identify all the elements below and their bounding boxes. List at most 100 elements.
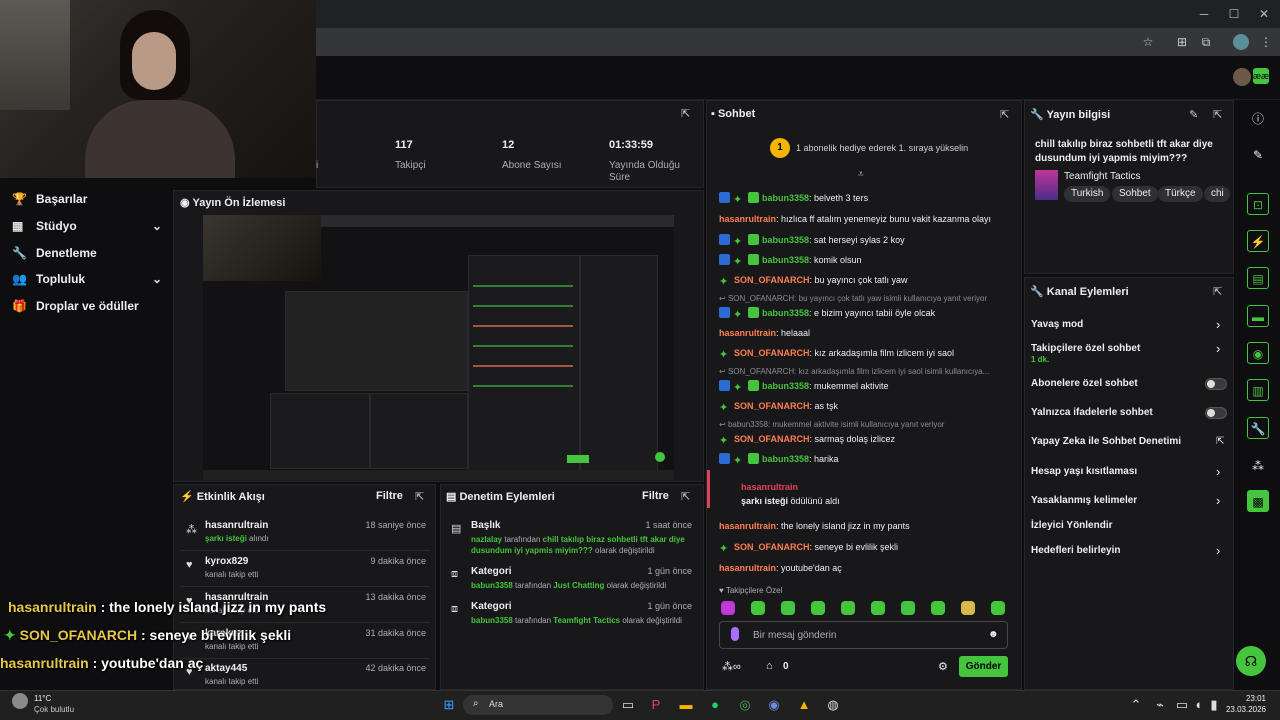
emote-icon[interactable] <box>751 601 765 615</box>
emote-icon[interactable] <box>901 601 915 615</box>
popout-icon[interactable]: ⇱ <box>681 107 690 120</box>
layout-icon[interactable]: ▥ <box>1247 379 1269 401</box>
emote-icon[interactable] <box>841 601 855 615</box>
star-icon[interactable]: ☆ <box>1140 34 1156 50</box>
chat-username[interactable]: hasanrultrain <box>719 214 776 224</box>
profile-avatar-icon[interactable] <box>1233 34 1249 50</box>
popout-icon[interactable]: ⇱ <box>1000 108 1009 121</box>
task-view-icon[interactable]: ▭ <box>618 695 638 715</box>
creator-badge-icon[interactable]: ææ <box>1253 68 1269 84</box>
tag-chip[interactable]: Turkish <box>1064 186 1111 202</box>
settings-gear-icon[interactable]: ⚙ <box>938 660 948 673</box>
popout-icon[interactable]: ⇱ <box>681 490 690 503</box>
moderation-user[interactable]: babun3358 <box>471 616 513 625</box>
chat-username[interactable]: hasanrultrain <box>719 521 776 531</box>
chat-username[interactable]: babun3358 <box>762 235 809 245</box>
battery-icon[interactable]: ▮ <box>1204 695 1224 715</box>
game-name[interactable]: Teamfight Tactics <box>1064 171 1141 182</box>
obs-icon[interactable]: ◍ <box>823 695 843 715</box>
emote-picker-icon[interactable]: ☻ <box>988 629 999 640</box>
file-explorer-icon[interactable]: ▬ <box>676 695 696 715</box>
channel-action-5[interactable]: Hesap yaşı kısıtlaması <box>1031 466 1137 477</box>
emote-icon[interactable] <box>871 601 885 615</box>
external-link-icon[interactable]: ⇱ <box>1216 436 1224 447</box>
lightning-icon[interactable]: ⚡ <box>1247 230 1269 252</box>
chat-username[interactable]: SON_OFANARCH <box>734 542 810 552</box>
popout-icon[interactable]: ⇱ <box>1213 108 1222 121</box>
moderation-filter-button[interactable]: Filtre <box>642 490 669 502</box>
app-icon[interactable]: ▲ <box>794 695 814 715</box>
channel-action-8[interactable]: Hedefleri belirleyin <box>1031 545 1120 556</box>
channel-action-4[interactable]: Yapay Zeka ile Sohbet Denetimi <box>1031 436 1181 447</box>
channel-action-7[interactable]: İzleyici Yönlendir <box>1031 520 1113 531</box>
app-icon[interactable]: P <box>646 695 666 715</box>
nav-community[interactable]: 👥 Topluluk ⌄ <box>12 266 162 292</box>
minimize-icon[interactable]: ─ <box>1196 6 1212 22</box>
tag-chip[interactable]: chi <box>1204 186 1230 202</box>
channel-points-icon[interactable]: ⁂∞ <box>722 660 741 673</box>
extension-icon[interactable]: ⊞ <box>1174 34 1190 50</box>
send-button[interactable]: Gönder <box>959 656 1008 677</box>
dots-icon[interactable]: ⁂ <box>1247 455 1269 477</box>
stream-preview-video[interactable] <box>203 215 674 480</box>
popout-icon[interactable]: ⇱ <box>415 490 424 503</box>
moderation-user[interactable]: babun3358 <box>471 581 513 590</box>
popout-icon[interactable]: ⇱ <box>1213 285 1222 298</box>
chat-username[interactable]: babun3358 <box>762 381 809 391</box>
puzzle-icon[interactable]: ⧉ <box>1198 34 1214 50</box>
chat-username[interactable]: SON_OFANARCH <box>734 434 810 444</box>
nav-studio[interactable]: ▦ Stüdyo ⌄ <box>12 213 162 239</box>
moderation-user[interactable]: nazlalay <box>471 535 502 544</box>
wrench-icon[interactable]: 🔧 <box>1247 417 1269 439</box>
chrome-icon[interactable]: ◎ <box>735 695 755 715</box>
emote-icon[interactable] <box>991 601 1005 615</box>
emote-icon[interactable] <box>931 601 945 615</box>
chat-username[interactable]: SON_OFANARCH <box>734 275 810 285</box>
chat-icon[interactable]: ▬ <box>1247 305 1269 327</box>
broadcast-icon[interactable]: ◉ <box>1247 342 1269 364</box>
info-icon[interactable]: ⓘ <box>1247 108 1269 130</box>
nav-moderation[interactable]: 🔧 Denetleme <box>12 240 162 266</box>
nav-achievements[interactable]: 🏆 Başarılar <box>12 186 162 212</box>
image-icon[interactable]: ▩ <box>1247 490 1269 512</box>
chat-username[interactable]: babun3358 <box>762 255 809 265</box>
chevron-right-icon[interactable]: › <box>1216 464 1220 479</box>
edit-pencil-icon[interactable]: ✎ <box>1189 108 1198 121</box>
menu-dots-icon[interactable]: ⋮ <box>1258 34 1274 50</box>
activity-user[interactable]: kyrox829 <box>205 556 248 567</box>
chat-username[interactable]: SON_OFANARCH <box>734 401 810 411</box>
channel-action-2[interactable]: Abonelere özel sohbet <box>1031 378 1138 389</box>
nav-drops[interactable]: 🎁 Droplar ve ödüller <box>12 293 162 319</box>
collapse-icon[interactable]: ⩡ <box>858 169 864 180</box>
toggle-switch[interactable] <box>1205 407 1227 419</box>
close-icon[interactable]: ✕ <box>1256 6 1272 22</box>
tag-chip[interactable]: Türkçe <box>1158 186 1203 202</box>
emote-icon[interactable] <box>781 601 795 615</box>
chat-username[interactable]: SON_OFANARCH <box>734 348 810 358</box>
channel-action-0[interactable]: Yavaş mod <box>1031 319 1083 330</box>
user-avatar[interactable] <box>1233 68 1251 86</box>
chat-username[interactable]: hasanrultrain <box>719 563 776 573</box>
maximize-icon[interactable]: ☐ <box>1226 6 1242 22</box>
chat-username[interactable]: babun3358 <box>762 308 809 318</box>
channel-action-3[interactable]: Yalnızca ifadelerle sohbet <box>1031 407 1153 418</box>
chat-username[interactable]: babun3358 <box>762 193 809 203</box>
chat-username[interactable]: hasanrultrain <box>719 328 776 338</box>
activity-user[interactable]: aktay445 <box>205 663 247 674</box>
spotify-icon[interactable]: ● <box>705 695 725 715</box>
toggle-switch[interactable] <box>1205 378 1227 390</box>
chevron-right-icon[interactable]: › <box>1216 543 1220 558</box>
activity-user[interactable]: hasanrultrain <box>205 520 268 531</box>
discord-icon[interactable]: ◉ <box>764 695 784 715</box>
emote-icon[interactable] <box>961 601 975 615</box>
tag-chip[interactable]: Sohbet <box>1112 186 1158 202</box>
emote-icon[interactable] <box>811 601 825 615</box>
crop-icon[interactable]: ⊡ <box>1247 193 1269 215</box>
chevron-right-icon[interactable]: › <box>1216 317 1220 332</box>
channel-action-1[interactable]: Takipçilere özel sohbet <box>1031 343 1140 354</box>
channel-action-6[interactable]: Yasaklanmış kelimeler <box>1031 495 1137 506</box>
weather-icon[interactable] <box>12 693 28 709</box>
document-icon[interactable]: ▤ <box>1247 267 1269 289</box>
help-headset-icon[interactable]: ☊ <box>1236 646 1266 676</box>
windows-start-icon[interactable]: ⊞ <box>439 695 459 715</box>
